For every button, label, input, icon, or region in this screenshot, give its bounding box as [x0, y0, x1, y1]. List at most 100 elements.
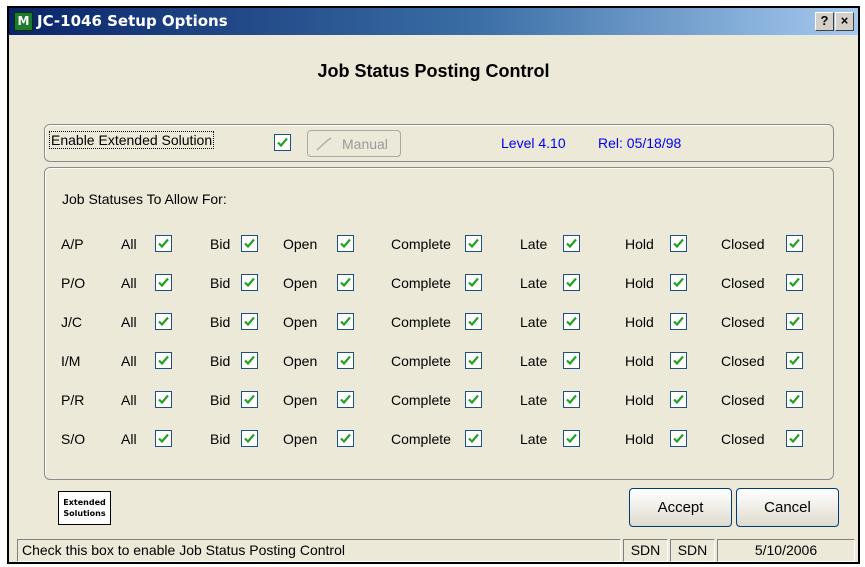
checkmark-icon: [468, 238, 479, 249]
status-option-label[interactable]: Bid: [210, 353, 230, 369]
status-option-label[interactable]: Bid: [210, 431, 230, 447]
cancel-button[interactable]: Cancel: [736, 488, 839, 527]
status-checkbox[interactable]: [563, 430, 580, 447]
status-checkbox[interactable]: [786, 391, 803, 408]
status-checkbox[interactable]: [670, 235, 687, 252]
status-option-label[interactable]: Hold: [625, 236, 654, 252]
page-heading: Job Status Posting Control: [317, 61, 550, 81]
accept-button[interactable]: Accept: [629, 488, 732, 527]
status-option-label[interactable]: Bid: [210, 275, 230, 291]
status-option-label[interactable]: Complete: [391, 275, 451, 291]
status-option-label[interactable]: Hold: [625, 353, 654, 369]
status-checkbox[interactable]: [465, 391, 482, 408]
status-option-label[interactable]: Bid: [210, 236, 230, 252]
checkmark-icon: [468, 277, 479, 288]
status-checkbox[interactable]: [241, 430, 258, 447]
status-option-label[interactable]: Open: [283, 314, 317, 330]
status-option-label[interactable]: Open: [283, 236, 317, 252]
status-checkbox[interactable]: [786, 235, 803, 252]
status-checkbox[interactable]: [155, 391, 172, 408]
status-checkbox[interactable]: [337, 274, 354, 291]
status-option-label[interactable]: Closed: [721, 353, 765, 369]
status-option-label[interactable]: Late: [520, 353, 547, 369]
status-option-label[interactable]: Hold: [625, 392, 654, 408]
status-option-label[interactable]: Open: [283, 275, 317, 291]
status-checkbox[interactable]: [670, 313, 687, 330]
status-checkbox[interactable]: [563, 235, 580, 252]
status-option-label[interactable]: Open: [283, 353, 317, 369]
status-option-label[interactable]: Complete: [391, 314, 451, 330]
status-option-label[interactable]: All: [121, 392, 137, 408]
status-option-label[interactable]: Complete: [391, 392, 451, 408]
status-option-label[interactable]: Open: [283, 431, 317, 447]
status-checkbox[interactable]: [241, 352, 258, 369]
status-checkbox[interactable]: [155, 274, 172, 291]
status-checkbox[interactable]: [786, 274, 803, 291]
checkmark-icon: [340, 394, 351, 405]
status-checkbox[interactable]: [670, 391, 687, 408]
status-checkbox[interactable]: [337, 391, 354, 408]
status-checkbox[interactable]: [563, 274, 580, 291]
status-option-label[interactable]: All: [121, 431, 137, 447]
status-checkbox[interactable]: [786, 313, 803, 330]
enable-extended-solution-checkbox[interactable]: [274, 134, 291, 151]
status-checkbox[interactable]: [563, 352, 580, 369]
status-checkbox[interactable]: [155, 235, 172, 252]
status-checkbox[interactable]: [670, 430, 687, 447]
help-button[interactable]: ?: [815, 12, 834, 31]
status-checkbox[interactable]: [465, 352, 482, 369]
status-option-label[interactable]: Closed: [721, 314, 765, 330]
status-checkbox[interactable]: [155, 430, 172, 447]
status-checkbox[interactable]: [670, 274, 687, 291]
checkmark-icon: [158, 316, 169, 327]
status-option-label[interactable]: All: [121, 275, 137, 291]
status-option-label[interactable]: Late: [520, 431, 547, 447]
status-checkbox[interactable]: [241, 274, 258, 291]
status-checkbox[interactable]: [241, 313, 258, 330]
status-option-label[interactable]: All: [121, 353, 137, 369]
status-option-label[interactable]: Closed: [721, 275, 765, 291]
status-checkbox[interactable]: [337, 352, 354, 369]
close-button[interactable]: ×: [835, 12, 854, 31]
status-option-label[interactable]: Late: [520, 392, 547, 408]
checkmark-icon: [566, 394, 577, 405]
manual-button[interactable]: Manual: [307, 130, 401, 157]
status-checkbox[interactable]: [465, 235, 482, 252]
status-checkbox[interactable]: [155, 352, 172, 369]
status-checkbox[interactable]: [786, 352, 803, 369]
status-option-label[interactable]: Late: [520, 275, 547, 291]
status-checkbox[interactable]: [465, 274, 482, 291]
status-option-label[interactable]: Late: [520, 314, 547, 330]
enable-extended-solution-label[interactable]: Enable Extended Solution: [48, 131, 215, 149]
status-option-label[interactable]: Hold: [625, 275, 654, 291]
status-checkbox[interactable]: [786, 430, 803, 447]
status-option-label[interactable]: All: [121, 236, 137, 252]
title-bar[interactable]: M JC-1046 Setup Options ? ×: [9, 8, 858, 35]
status-option-label[interactable]: Bid: [210, 314, 230, 330]
status-checkbox[interactable]: [465, 313, 482, 330]
status-option-label[interactable]: Complete: [391, 236, 451, 252]
status-option-label[interactable]: Late: [520, 236, 547, 252]
status-checkbox[interactable]: [337, 313, 354, 330]
status-checkbox[interactable]: [563, 313, 580, 330]
status-checkbox[interactable]: [337, 430, 354, 447]
status-checkbox[interactable]: [155, 313, 172, 330]
status-checkbox[interactable]: [563, 391, 580, 408]
status-checkbox[interactable]: [337, 235, 354, 252]
checkmark-icon: [673, 433, 684, 444]
status-option-label[interactable]: All: [121, 314, 137, 330]
status-option-label[interactable]: Open: [283, 392, 317, 408]
status-option-label[interactable]: Closed: [721, 392, 765, 408]
checkmark-icon: [340, 277, 351, 288]
status-option-label[interactable]: Complete: [391, 353, 451, 369]
status-option-label[interactable]: Closed: [721, 236, 765, 252]
status-option-label[interactable]: Bid: [210, 392, 230, 408]
status-checkbox[interactable]: [465, 430, 482, 447]
status-checkbox[interactable]: [241, 235, 258, 252]
status-option-label[interactable]: Closed: [721, 431, 765, 447]
status-option-label[interactable]: Hold: [625, 314, 654, 330]
status-option-label[interactable]: Hold: [625, 431, 654, 447]
status-checkbox[interactable]: [670, 352, 687, 369]
status-option-label[interactable]: Complete: [391, 431, 451, 447]
status-checkbox[interactable]: [241, 391, 258, 408]
